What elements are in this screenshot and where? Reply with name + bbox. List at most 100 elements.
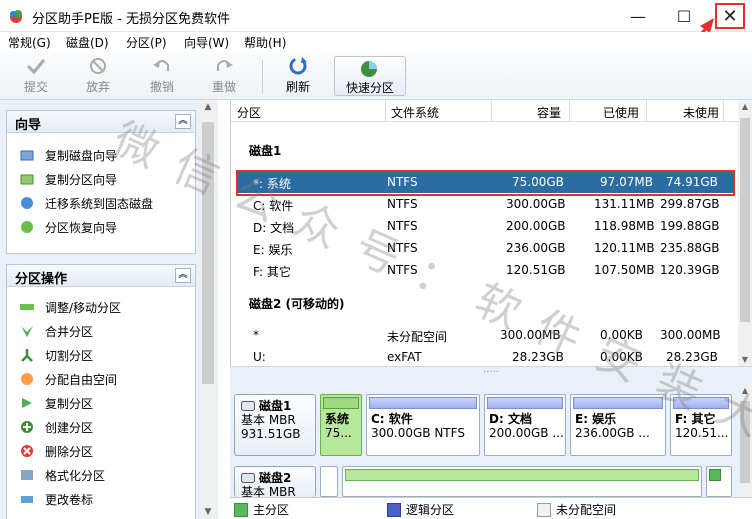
map-partition-e[interactable]: E: 娱乐 236.00GB ... <box>570 394 666 456</box>
disk1-label: 磁盘1 <box>249 144 282 158</box>
pane-splitter[interactable]: ····· <box>230 366 752 384</box>
row-fs: NTFS <box>387 219 418 233</box>
disk-map: 磁盘1 基本 MBR 931.51GB 系统 75... C: 软件 300.0… <box>230 384 738 499</box>
op-copy-partition[interactable]: 复制分区 <box>19 393 93 413</box>
label-icon <box>21 496 33 503</box>
partition-usage-bar <box>369 397 477 409</box>
partition-detail: 300.00GB NTFS <box>371 426 465 440</box>
partition-usage-bar <box>323 397 359 409</box>
disk2-map-name: 磁盘2 <box>259 471 292 485</box>
col-divider <box>385 100 386 122</box>
map-partition-c[interactable]: C: 软件 300.00GB NTFS <box>366 394 480 456</box>
partition-detail: 75... <box>325 426 352 440</box>
wizard-panel: 向导 ︽ 复制磁盘向导 复制分区向导 迁移系统到固态磁盘 分区恢复向导 <box>6 110 196 254</box>
menu-partition[interactable]: 分区(P) <box>126 34 167 51</box>
table-row[interactable]: C: 软件 NTFS 300.00GB 131.11MB 299.87GB <box>236 193 734 215</box>
menu-help[interactable]: 帮助(H) <box>244 34 286 51</box>
table-row[interactable]: U: exFAT 28.23GB 0.00KB 28.23GB <box>236 346 734 368</box>
merge-icon <box>21 326 33 337</box>
table-row[interactable]: * 未分配空间 300.00MB 0.00KB 300.00MB <box>236 324 734 346</box>
col-partition[interactable]: 分区 <box>237 104 261 121</box>
disk1-map-size: 931.51GB <box>241 427 301 441</box>
op-allocate-free-space[interactable]: 分配自由空间 <box>19 369 117 389</box>
op-resize-move[interactable]: 调整/移动分区 <box>19 297 121 317</box>
toolbar: 提交 放弃 撤销 重做 刷新 快速分区 <box>0 52 752 100</box>
col-divider <box>569 100 570 122</box>
map-partition-u[interactable] <box>342 466 702 497</box>
left-scrollbar-thumb[interactable] <box>202 122 214 384</box>
table-row[interactable]: F: 其它 NTFS 120.51GB 107.50MB 120.39GB <box>236 259 734 281</box>
row-name: U: <box>253 350 266 364</box>
selected-row-highlight <box>236 170 735 196</box>
legend-unallocated: 未分配空间 <box>537 501 616 518</box>
row-used: 120.11MB <box>594 241 655 255</box>
recovery-icon <box>21 221 33 233</box>
map-partition-system[interactable]: 系统 75... <box>320 394 362 456</box>
partition-list: 分区 文件系统 容量 已使用 未使用 磁盘1 *: 系统 NTFS 75.00G… <box>230 100 739 368</box>
op-delete-partition[interactable]: 删除分区 <box>19 441 93 461</box>
quick-partition-button[interactable]: 快速分区 <box>334 56 406 96</box>
ops-panel-header: 分区操作 ︽ <box>7 265 195 287</box>
row-unused: 28.23GB <box>666 350 718 364</box>
op-create-partition[interactable]: 创建分区 <box>19 417 93 437</box>
collapse-ops-button[interactable]: ︽ <box>175 268 191 283</box>
minimize-button[interactable]: — <box>618 0 658 32</box>
partition-usage-bar <box>487 397 563 409</box>
partition-name: C: 软件 <box>371 412 413 426</box>
title-bar: 分区助手PE版 - 无损分区免费软件 — ☐ ✕ <box>0 0 752 32</box>
primary-swatch <box>234 502 248 517</box>
row-used: 107.50MB <box>594 263 655 277</box>
refresh-button[interactable]: 刷新 <box>282 56 314 96</box>
list-scrollbar-thumb[interactable] <box>740 118 750 322</box>
wizard-copy-partition[interactable]: 复制分区向导 <box>19 169 117 189</box>
row-name: * <box>253 328 259 342</box>
list-header: 分区 文件系统 容量 已使用 未使用 <box>231 100 739 122</box>
op-split[interactable]: 切割分区 <box>19 345 93 365</box>
partition-name: F: 其它 <box>675 412 716 426</box>
partition-usage-bar <box>573 397 663 409</box>
row-unused: 120.39GB <box>660 263 720 277</box>
wizard-panel-header: 向导 ︽ <box>7 111 195 133</box>
map-partition-d[interactable]: D: 文档 200.00GB ... <box>484 394 566 456</box>
menu-wizard[interactable]: 向导(W) <box>184 34 229 51</box>
disk2-label: 磁盘2 (可移动的) <box>249 297 345 311</box>
row-name: D: 文档 <box>253 221 295 235</box>
col-unused[interactable]: 未使用 <box>683 104 719 121</box>
col-filesystem[interactable]: 文件系统 <box>391 104 439 121</box>
wizard-partition-recovery[interactable]: 分区恢复向导 <box>19 217 117 237</box>
map-partition-unallocated[interactable] <box>320 466 338 497</box>
col-used[interactable]: 已使用 <box>603 104 639 121</box>
table-row[interactable]: D: 文档 NTFS 200.00GB 118.98MB 199.88GB <box>236 215 734 237</box>
wizard-copy-disk[interactable]: 复制磁盘向导 <box>19 145 117 165</box>
undo-button[interactable]: 撤销 <box>146 56 178 96</box>
op-format-partition[interactable]: 格式化分区 <box>19 465 105 485</box>
op-change-label[interactable]: 更改卷标 <box>19 489 93 509</box>
table-row[interactable]: E: 娱乐 NTFS 236.00GB 120.11MB 235.88GB <box>236 237 734 259</box>
maximize-button[interactable]: ☐ <box>664 0 704 32</box>
copy-partition-icon <box>20 174 34 185</box>
legend-primary-label: 主分区 <box>253 503 290 517</box>
discard-button[interactable]: 放弃 <box>82 56 114 96</box>
wizard-migrate-os[interactable]: 迁移系统到固态磁盘 <box>19 193 153 213</box>
row-unused: 199.88GB <box>660 219 720 233</box>
row-unused: 299.87GB <box>660 197 720 211</box>
collapse-wizard-button[interactable]: ︽ <box>175 114 191 129</box>
menu-general[interactable]: 常规(G) <box>8 34 51 51</box>
resize-icon <box>20 304 34 310</box>
redo-button[interactable]: 重做 <box>208 56 240 96</box>
row-used: 0.00KB <box>600 350 643 364</box>
check-icon <box>25 56 47 76</box>
row-unused: 300.00MB <box>660 328 721 342</box>
map-partition-extra[interactable] <box>706 466 732 497</box>
partition-detail: 200.00GB ... <box>489 426 564 440</box>
map-scrollbar[interactable]: ▲ <box>738 384 752 497</box>
disk1-map-box[interactable]: 磁盘1 基本 MBR 931.51GB <box>234 394 316 456</box>
disk2-map-box[interactable]: 磁盘2 基本 MBR <box>234 466 316 499</box>
row-cap: 120.51GB <box>506 263 566 277</box>
menu-disk[interactable]: 磁盘(D) <box>66 34 109 51</box>
submit-button[interactable]: 提交 <box>20 56 52 96</box>
op-merge[interactable]: 合并分区 <box>19 321 93 341</box>
col-capacity[interactable]: 容量 <box>537 104 561 121</box>
row-cap: 300.00MB <box>500 328 561 342</box>
map-partition-f[interactable]: F: 其它 120.51... <box>670 394 732 456</box>
